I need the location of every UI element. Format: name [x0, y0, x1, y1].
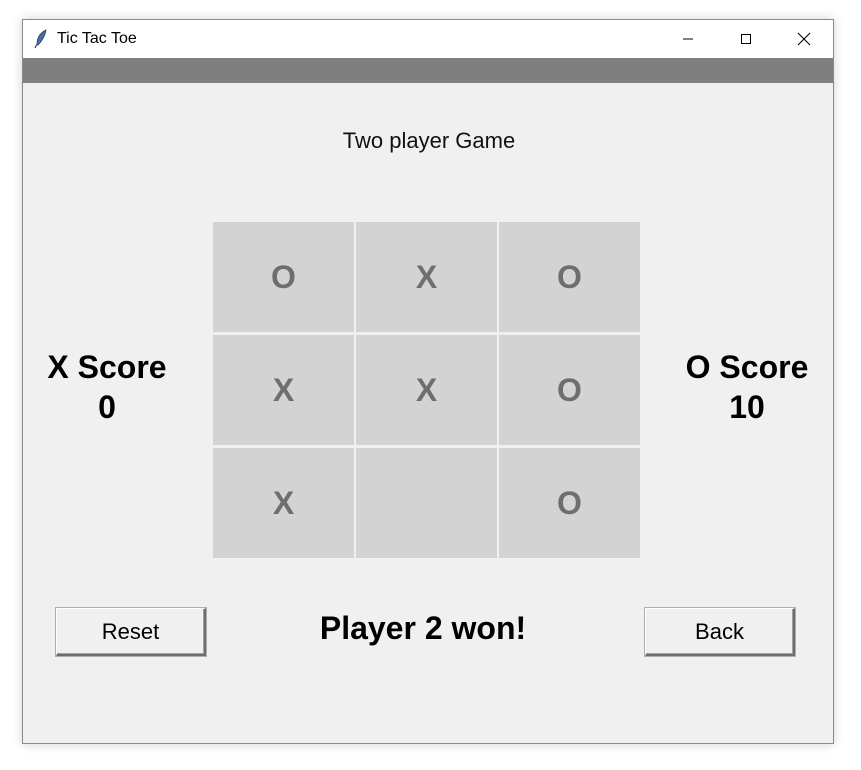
board-cell[interactable]: O: [499, 335, 640, 445]
game-status: Player 2 won!: [319, 610, 527, 646]
o-score: O Score 10: [657, 347, 833, 427]
x-score: X Score 0: [23, 347, 197, 427]
game-board: O X O X X O X O: [213, 222, 641, 559]
o-score-label: O Score: [685, 349, 809, 385]
game-mode-heading: Two player Game: [342, 128, 516, 153]
board-cell[interactable]: X: [356, 222, 497, 332]
board-cell[interactable]: X: [213, 448, 354, 558]
o-score-value: 10: [729, 389, 765, 425]
board-cell[interactable]: X: [356, 335, 497, 445]
x-score-value: 0: [98, 389, 116, 425]
menu-bar: [23, 58, 833, 83]
close-icon: [797, 32, 811, 46]
minimize-icon: [683, 38, 693, 40]
feather-icon: [34, 29, 48, 49]
board-cell[interactable]: [356, 448, 497, 558]
board-cell[interactable]: O: [499, 448, 640, 558]
board-cell[interactable]: X: [213, 335, 354, 445]
close-button[interactable]: [775, 20, 833, 58]
maximize-icon: [741, 34, 751, 44]
back-button[interactable]: Back: [645, 608, 795, 656]
window-title: Tic Tac Toe: [57, 30, 137, 47]
minimize-button[interactable]: [659, 20, 717, 58]
x-score-label: X Score: [47, 349, 167, 385]
app-window: Tic Tac Toe Two player Game X Score 0 O …: [22, 19, 834, 744]
board-cell[interactable]: O: [499, 222, 640, 332]
board-cell[interactable]: O: [213, 222, 354, 332]
title-bar[interactable]: Tic Tac Toe: [23, 20, 833, 58]
maximize-button[interactable]: [717, 20, 775, 58]
reset-button[interactable]: Reset: [56, 608, 206, 656]
